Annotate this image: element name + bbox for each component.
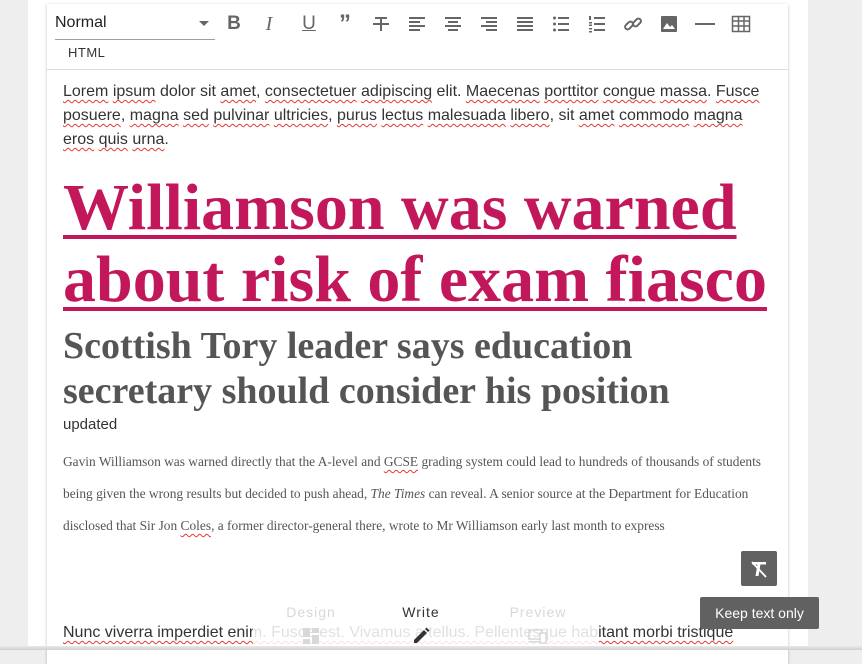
spelling-flagged-word: Fusce [715, 83, 760, 100]
numbered-list-icon [589, 16, 605, 33]
bold-icon: B [227, 13, 241, 34]
image-button[interactable] [656, 12, 682, 36]
spelling-flagged-word: adipiscing [360, 83, 433, 100]
align-justify-button[interactable] [512, 12, 538, 36]
spelling-flagged-word: magna [129, 107, 179, 124]
updated-label: updated [63, 416, 118, 433]
table-icon [731, 15, 751, 33]
horizontal-rule-icon [695, 23, 715, 25]
editor-toolbar: Normal B I U ” HTML [47, 4, 788, 70]
spelling-flagged-word: Lorem [63, 83, 109, 100]
write-mode-label: Write [402, 604, 440, 620]
align-center-button[interactable] [440, 12, 466, 36]
spelling-flagged-word: libero [510, 107, 550, 124]
spelling-flagged-word: massa [659, 83, 707, 100]
design-mode-button[interactable]: Design [261, 604, 361, 646]
spelling-flag-coles: Coles [180, 518, 212, 533]
spelling-flagged-word: commodo [618, 107, 690, 124]
quote-icon: ” [339, 10, 351, 37]
paragraph-format-dropdown[interactable]: Normal [55, 12, 215, 40]
link-button[interactable] [620, 12, 646, 36]
spelling-flagged-word: consectetuer [264, 83, 357, 100]
table-button[interactable] [728, 12, 754, 36]
spelling-flagged-word: porttitor [544, 83, 599, 100]
horizontal-rule-button[interactable] [692, 12, 718, 36]
quote-button[interactable]: ” [332, 10, 358, 37]
align-right-button[interactable] [476, 12, 502, 36]
link-icon [624, 17, 642, 31]
italic-button[interactable]: I [256, 12, 282, 36]
chevron-down-icon [199, 21, 209, 26]
strikethrough-icon [373, 17, 389, 31]
spelling-flagged-word: urna [132, 131, 165, 148]
clear-formatting-button[interactable] [741, 551, 777, 586]
italic-icon: I [265, 12, 273, 35]
html-source-button[interactable]: HTML [68, 45, 105, 60]
bottom-edge [0, 646, 862, 650]
spelling-flagged-word: magna [693, 107, 743, 124]
align-left-icon [409, 17, 425, 31]
spelling-flagged-word: quis [98, 131, 128, 148]
clear-formatting-icon [751, 560, 767, 578]
keep-text-only-tooltip: Keep text only [700, 597, 819, 629]
underline-icon: U [302, 13, 316, 34]
article-body: Gavin Williamson was warned directly tha… [63, 454, 762, 533]
underline-button[interactable]: U [296, 12, 322, 36]
dashboard-icon [303, 628, 319, 644]
spelling-flagged-word: amet [578, 107, 615, 124]
spelling-flagged-word: ultricies [273, 107, 329, 124]
design-mode-label: Design [286, 604, 336, 620]
article-headline: Williamson was warned about risk of exam… [63, 171, 767, 316]
devices-icon [528, 629, 547, 644]
publication-name: The Times [370, 486, 426, 501]
spelling-flagged-word: posuere [63, 107, 121, 124]
spelling-flagged-word: pulvinar [213, 107, 270, 124]
spelling-flagged-word: sed [183, 107, 209, 124]
spelling-flagged-word: eros [63, 131, 95, 148]
bold-button[interactable]: B [221, 12, 247, 36]
article-subheadline: Scottish Tory leader says education secr… [63, 325, 670, 412]
lorem-paragraph: Lorem ipsum dolor sit amet, consectetuer… [63, 83, 760, 148]
preview-mode-label: Preview [509, 604, 567, 620]
preview-mode-button[interactable]: Preview [488, 604, 588, 646]
align-justify-icon [517, 17, 533, 31]
numbered-list-button[interactable] [584, 12, 610, 36]
spelling-flagged-word: malesuada [427, 107, 506, 124]
align-right-icon [481, 17, 497, 31]
spelling-flagged-word: Maecenas [465, 83, 540, 100]
strikethrough-button[interactable] [368, 12, 394, 36]
format-select-value: Normal [55, 14, 107, 31]
spelling-flagged-word: amet [220, 83, 256, 100]
image-icon [661, 16, 677, 32]
spelling-flagged-word: ipsum [112, 83, 156, 100]
spelling-flagged-word: purus [336, 107, 377, 124]
bullet-list-icon [553, 16, 569, 32]
spelling-flagged-word: lectus [381, 107, 424, 124]
spelling-flag-gcse: GCSE [383, 454, 419, 469]
pencil-icon [414, 627, 430, 643]
write-mode-button[interactable]: Write [371, 604, 471, 646]
editor-mode-switcher: Design Write Preview [253, 598, 599, 650]
editor-content[interactable]: Lorem ipsum dolor sit amet, consectetuer… [63, 80, 778, 542]
bullet-list-button[interactable] [548, 12, 574, 36]
align-center-icon [445, 17, 461, 31]
spelling-flagged-word: congue [602, 83, 656, 100]
align-left-button[interactable] [404, 12, 430, 36]
